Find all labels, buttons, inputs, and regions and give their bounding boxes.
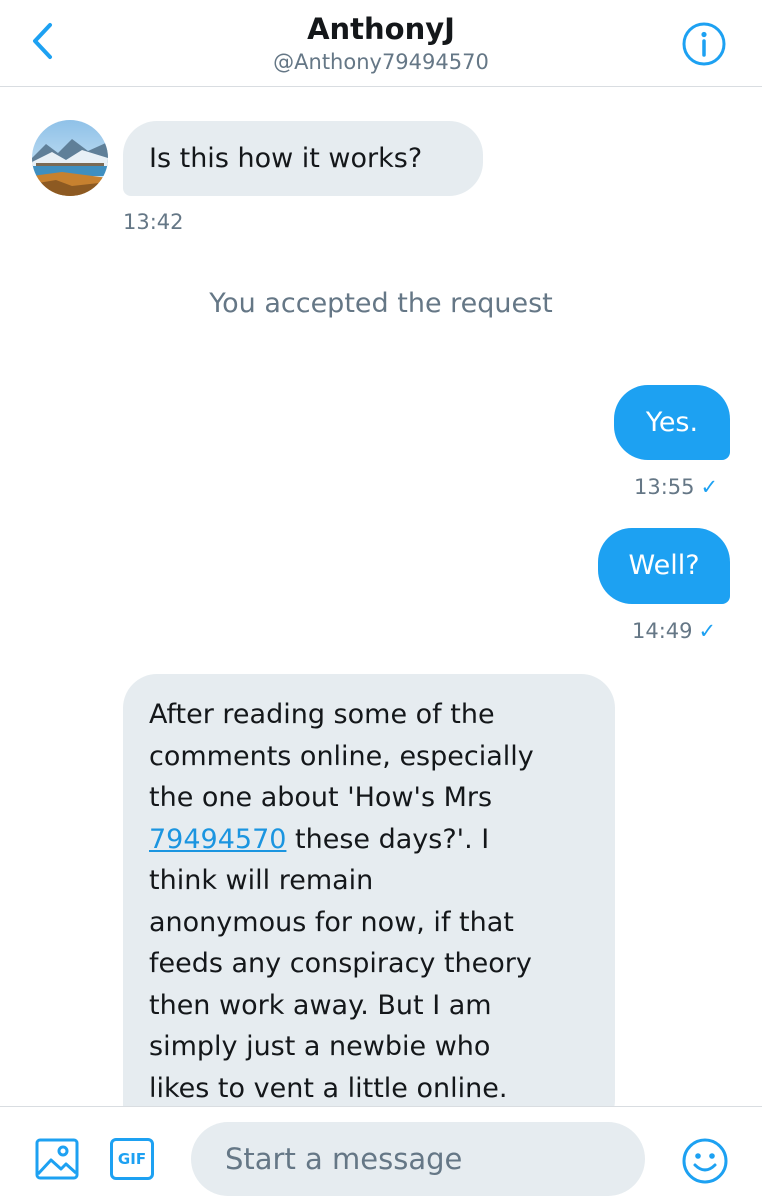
- message-timestamp: 14:49 ✓: [632, 618, 716, 644]
- message-input[interactable]: [191, 1122, 645, 1196]
- incoming-message-bubble[interactable]: Is this how it works?: [123, 121, 483, 196]
- message-line: the one about 'How's Mrs: [149, 782, 493, 813]
- read-check-icon: ✓: [700, 475, 719, 499]
- message-line: feeds any conspiracy theory: [149, 948, 532, 979]
- image-icon: [35, 1138, 79, 1180]
- message-link[interactable]: 79494570: [149, 824, 286, 855]
- avatar[interactable]: [32, 120, 108, 196]
- message-timestamp: 13:55 ✓: [634, 474, 718, 500]
- info-icon: [682, 22, 726, 66]
- read-check-icon: ✓: [698, 619, 717, 643]
- message-line: these days?'. I: [286, 823, 490, 855]
- message-timestamp: 13:42: [123, 210, 184, 234]
- outgoing-message-bubble[interactable]: Yes.: [614, 385, 730, 460]
- timestamp-text: 13:55: [634, 475, 695, 499]
- emoji-icon: [682, 1138, 728, 1184]
- outgoing-message-bubble[interactable]: Well?: [598, 528, 730, 604]
- message-line: anonymous for now, if that: [149, 906, 514, 938]
- emoji-button[interactable]: [680, 1136, 730, 1186]
- message-line: comments online, especially: [149, 740, 534, 772]
- contact-handle[interactable]: @Anthony79494570: [0, 48, 762, 76]
- gif-button[interactable]: GIF: [110, 1138, 154, 1180]
- conversation-header: AnthonyJ @Anthony79494570: [0, 0, 762, 87]
- add-image-button[interactable]: [34, 1136, 80, 1182]
- timestamp-text: 14:49: [632, 619, 693, 643]
- request-accepted-note: You accepted the request: [209, 288, 553, 319]
- message-line: then work away. But I am: [149, 989, 492, 1021]
- info-button[interactable]: [680, 20, 728, 68]
- contact-name[interactable]: AnthonyJ: [0, 10, 762, 48]
- message-line: simply just a newbie who: [149, 1031, 491, 1062]
- message-line: After reading some of the: [149, 699, 495, 730]
- message-line: likes to vent a little online.: [149, 1072, 508, 1104]
- incoming-message-bubble[interactable]: After reading some of the comments onlin…: [123, 674, 615, 1134]
- message-line: think will remain: [149, 865, 374, 896]
